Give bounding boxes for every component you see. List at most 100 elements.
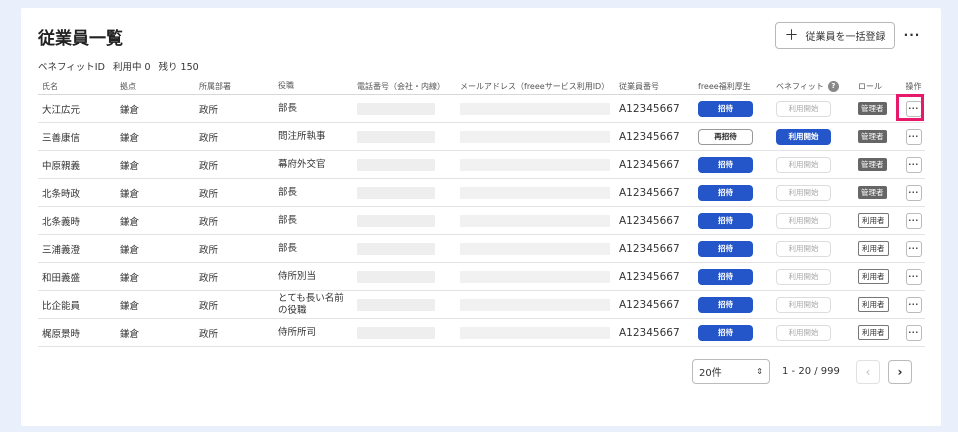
cell-welfare: 招待 — [694, 268, 772, 285]
cell-title: 部長 — [278, 214, 298, 226]
header-benefit: ベネフィット ? — [772, 80, 854, 92]
cell-phone-redacted — [353, 270, 456, 283]
benefit-summary: ベネフィットID 利用中 0 残り 150 — [38, 59, 199, 73]
welfare-invite-button[interactable]: 招待 — [698, 156, 753, 173]
header-title[interactable]: 役職 — [274, 81, 353, 91]
cell-ops: ··· — [902, 156, 925, 173]
row-more-button[interactable]: ··· — [905, 268, 922, 285]
welfare-invite-button[interactable]: 招待 — [698, 100, 753, 117]
cell-welfare: 招待 — [694, 100, 772, 117]
cell-mail-redacted — [456, 326, 615, 339]
next-page-button[interactable]: › — [888, 359, 912, 384]
benefit-start-button[interactable]: 利用開始 — [776, 240, 831, 257]
cell-welfare: 招待 — [694, 296, 772, 313]
benefit-start-button[interactable]: 利用開始 — [776, 100, 831, 117]
cell-base: 鎌倉 — [120, 160, 140, 172]
cell-name: 梶原景時 — [42, 328, 81, 340]
benefit-start-button[interactable]: 利用開始 — [776, 212, 831, 229]
cell-role: 利用者 — [854, 213, 902, 228]
cell-mail-redacted — [456, 270, 615, 283]
per-page-select[interactable]: 20件 ⇕ — [692, 359, 770, 384]
header-benefit-label: ベネフィット — [776, 81, 824, 91]
benefit-start-button[interactable]: 利用開始 — [776, 184, 831, 201]
row-more-button[interactable]: ··· — [905, 324, 922, 341]
per-page-value: 20件 — [699, 368, 722, 379]
cell-role: 管理者 — [854, 130, 902, 143]
benefit-start-button[interactable]: 利用開始 — [776, 324, 831, 341]
cell-ops: ··· — [902, 268, 925, 285]
page-range: 1 - 20 / 999 — [782, 366, 840, 377]
row-more-button[interactable]: ··· — [905, 212, 922, 229]
cell-benefit: 利用開始 — [772, 240, 854, 257]
help-icon[interactable]: ? — [827, 80, 839, 92]
welfare-invite-button[interactable]: 招待 — [698, 324, 753, 341]
table-header: 氏名 拠点 所属部署 役職 電話番号（会社・内線） メールアドレス（freeeサ… — [38, 78, 925, 95]
cell-base: 鎌倉 — [120, 244, 140, 256]
cell-title: 部長 — [278, 186, 298, 198]
select-arrows-icon: ⇕ — [756, 367, 763, 376]
welfare-invite-button[interactable]: 招待 — [698, 212, 753, 229]
header-dept[interactable]: 所属部署 — [195, 81, 274, 92]
cell-mail-redacted — [456, 242, 615, 255]
table-row: 北条義時 鎌倉 政所 部長 A12345667 招待 利用開始 利用者 ··· — [38, 207, 925, 235]
cell-name: 三善康信 — [42, 132, 81, 144]
cell-title: 問注所執事 — [278, 130, 326, 142]
cell-employee-id: A12345667 — [619, 102, 680, 115]
welfare-invite-button[interactable]: 招待 — [698, 296, 753, 313]
cell-benefit: 利用開始 — [772, 212, 854, 229]
role-badge: 利用者 — [858, 325, 889, 340]
role-badge: 利用者 — [858, 269, 889, 284]
cell-title: とても長い名前の役職 — [278, 293, 344, 316]
role-badge: 利用者 — [858, 213, 889, 228]
cell-ops: ··· — [902, 184, 925, 201]
cell-dept: 政所 — [199, 244, 219, 256]
row-more-button[interactable]: ··· — [905, 296, 922, 313]
benefit-start-button[interactable]: 利用開始 — [776, 296, 831, 313]
cell-name: 比企能員 — [42, 300, 81, 312]
employee-list-card: 従業員一覧 ＋ 従業員を一括登録 ··· ベネフィットID 利用中 0 残り 1… — [21, 8, 941, 426]
cell-name: 北条時政 — [42, 188, 81, 200]
cell-role: 利用者 — [854, 269, 902, 284]
table-row: 中原親義 鎌倉 政所 幕府外交官 A12345667 招待 利用開始 管理者 ·… — [38, 151, 925, 179]
cell-role: 管理者 — [854, 102, 902, 115]
cell-employee-id: A12345667 — [619, 130, 680, 143]
table-row: 梶原景時 鎌倉 政所 侍所所司 A12345667 招待 利用開始 利用者 ··… — [38, 319, 925, 347]
cell-benefit: 利用開始 — [772, 156, 854, 173]
header-base[interactable]: 拠点 — [116, 81, 195, 92]
cell-role: 管理者 — [854, 158, 902, 171]
row-more-button[interactable]: ··· — [905, 184, 922, 201]
cell-role: 利用者 — [854, 325, 902, 340]
benefit-start-button[interactable]: 利用開始 — [776, 268, 831, 285]
benefit-start-button[interactable]: 利用開始 — [776, 128, 831, 145]
header-role[interactable]: ロール — [854, 81, 902, 92]
cell-phone-redacted — [353, 130, 456, 143]
row-more-button[interactable]: ··· — [905, 156, 922, 173]
welfare-invite-button[interactable]: 招待 — [698, 184, 753, 201]
welfare-invite-button[interactable]: 招待 — [698, 240, 753, 257]
cell-base: 鎌倉 — [120, 188, 140, 200]
more-options-button[interactable]: ··· — [901, 24, 923, 46]
benefit-start-button[interactable]: 利用開始 — [776, 156, 831, 173]
cell-benefit: 利用開始 — [772, 268, 854, 285]
cell-benefit: 利用開始 — [772, 324, 854, 341]
cell-phone-redacted — [353, 158, 456, 171]
cell-title: 幕府外交官 — [278, 158, 326, 170]
cell-employee-id: A12345667 — [619, 186, 680, 199]
header-mail[interactable]: メールアドレス（freeeサービス利用ID） — [456, 81, 615, 92]
welfare-invite-button[interactable]: 招待 — [698, 268, 753, 285]
header-name[interactable]: 氏名 — [38, 81, 116, 92]
role-badge: 利用者 — [858, 241, 889, 256]
bulk-register-button[interactable]: ＋ 従業員を一括登録 — [775, 22, 895, 49]
header-welfare[interactable]: freee福利厚生 — [694, 81, 772, 92]
cell-phone-redacted — [353, 102, 456, 115]
header-employee-id[interactable]: 従業員番号 — [615, 81, 694, 92]
header-phone[interactable]: 電話番号（会社・内線） — [353, 81, 456, 92]
table-row: 北条時政 鎌倉 政所 部長 A12345667 招待 利用開始 管理者 ··· — [38, 179, 925, 207]
cell-name: 和田義盛 — [42, 272, 81, 284]
cell-benefit: 利用開始 — [772, 128, 854, 145]
prev-page-button[interactable]: ‹ — [856, 359, 880, 384]
welfare-invite-button[interactable]: 再招待 — [698, 128, 753, 145]
row-more-button[interactable]: ··· — [905, 128, 922, 145]
cell-mail-redacted — [456, 214, 615, 227]
row-more-button[interactable]: ··· — [905, 240, 922, 257]
